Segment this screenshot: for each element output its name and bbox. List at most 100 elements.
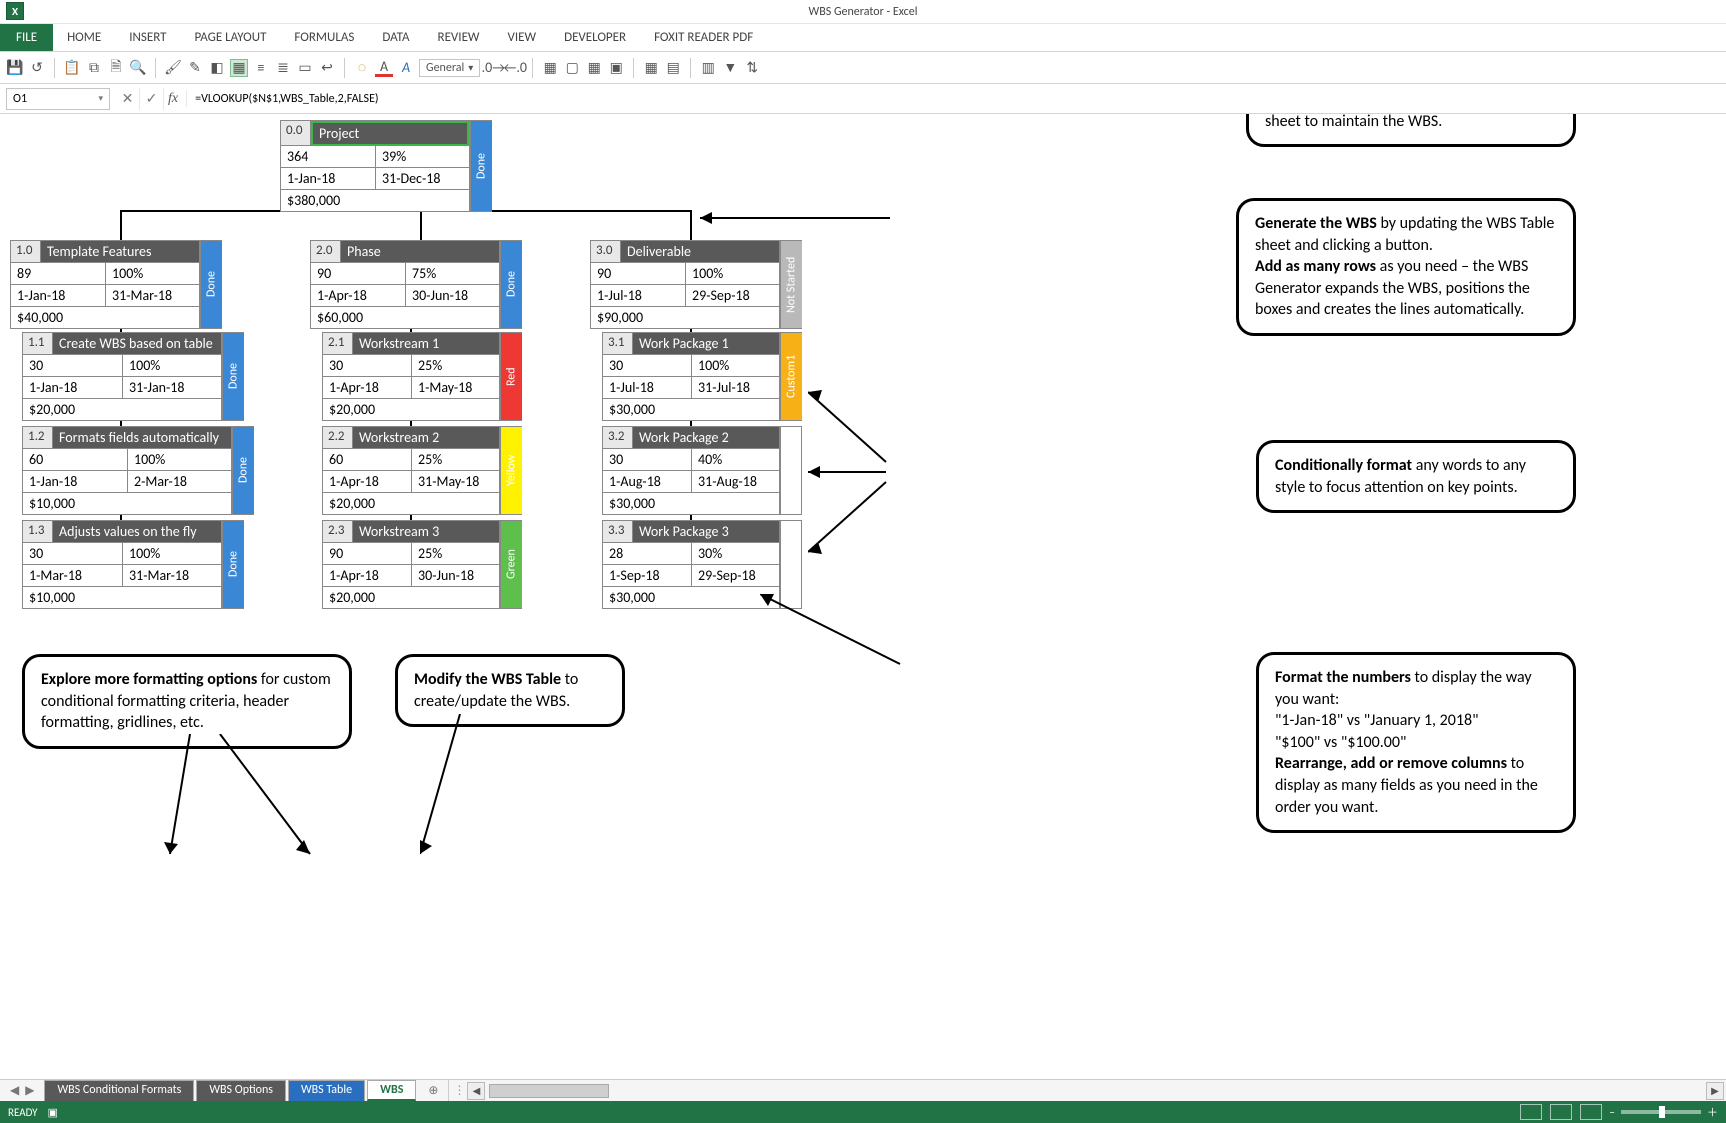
align-left-icon[interactable]: ≡ [252, 59, 270, 77]
wbs-node-2-3[interactable]: 2.3Workstream 3 9025% 1-Apr-1830-Jun-18 … [322, 520, 522, 609]
wbs-node-1[interactable]: 1.0Template Features 89100% 1-Jan-1831-M… [10, 240, 222, 329]
view-normal-icon[interactable] [1520, 1104, 1542, 1120]
border-outer-icon[interactable]: ▢ [563, 59, 581, 77]
zoom-slider[interactable]: − ＋ [1610, 1104, 1718, 1120]
filter-icon[interactable]: ▼ [721, 59, 739, 77]
wbs-id: 3.1 [603, 333, 633, 355]
excel-icon: X [6, 2, 24, 20]
cancel-formula-icon[interactable]: ✕ [116, 88, 140, 110]
macro-record-icon[interactable]: ▣ [48, 1106, 58, 1119]
add-sheet-button[interactable]: ⊕ [418, 1080, 448, 1101]
view-pagelayout-icon[interactable] [1550, 1104, 1572, 1120]
worksheet-canvas[interactable]: 0.0Project 36439% 1-Jan-1831-Dec-18 $380… [0, 114, 1726, 1079]
zoom-track[interactable] [1621, 1110, 1701, 1114]
new-sheet-icon[interactable]: 🗎 [107, 59, 125, 77]
file-tab[interactable]: FILE [0, 24, 53, 51]
sheet-nav[interactable]: ◀▶ [0, 1080, 44, 1101]
tab-developer[interactable]: DEVELOPER [550, 24, 640, 51]
wbs-cost: $20,000 [323, 399, 499, 420]
wbs-cost: $90,000 [591, 307, 779, 328]
border-all-icon[interactable]: ▦ [585, 59, 603, 77]
copy-icon[interactable]: ⧉ [85, 59, 103, 77]
ribbon-tabs: FILE HOME INSERT PAGE LAYOUT FORMULAS DA… [0, 24, 1726, 52]
undo-icon[interactable]: ↺ [28, 59, 46, 77]
name-box[interactable]: O1 [6, 88, 110, 110]
wbs-node-root[interactable]: 0.0Project 36439% 1-Jan-1831-Dec-18 $380… [280, 120, 492, 212]
wbs-date1: 1-Apr-18 [311, 285, 406, 307]
scroll-thumb[interactable] [489, 1084, 609, 1098]
wbs-val2: 25% [412, 543, 499, 565]
eraser-icon[interactable]: ◧ [208, 59, 226, 77]
wbs-status: Done [222, 332, 244, 421]
tab-home[interactable]: HOME [53, 24, 115, 51]
fill-color-icon[interactable]: ▦ [230, 59, 248, 77]
increase-decimal-icon[interactable]: .0→ [484, 59, 502, 77]
wbs-node-1-1[interactable]: 1.1Create WBS based on table 30100% 1-Ja… [22, 332, 244, 421]
wbs-node-1-2[interactable]: 1.2Formats fields automatically 60100% 1… [22, 426, 254, 515]
tab-page-layout[interactable]: PAGE LAYOUT [181, 24, 281, 51]
paste-icon[interactable]: 📋 [63, 59, 81, 77]
decrease-decimal-icon[interactable]: ←.0 [506, 59, 524, 77]
view-pagebreak-icon[interactable] [1580, 1104, 1602, 1120]
wbs-node-2-2[interactable]: 2.2Workstream 2 6025% 1-Apr-1831-May-18 … [322, 426, 522, 515]
align-center-icon[interactable]: ≣ [274, 59, 292, 77]
scroll-split-icon[interactable]: ⋮ [453, 1083, 465, 1098]
wbs-cost: $30,000 [603, 493, 779, 514]
tab-formulas[interactable]: FORMULAS [280, 24, 368, 51]
nav-prev-icon[interactable]: ▶ [25, 1083, 34, 1098]
merge-icon[interactable]: ▭ [296, 59, 314, 77]
callout-formulas: Formulas allow you to update the WBS Tab… [1246, 114, 1576, 147]
zoom-in-icon[interactable]: ＋ [1707, 1104, 1718, 1120]
sheet-tab-table[interactable]: WBS Table [288, 1080, 365, 1101]
number-format-dropdown[interactable]: General [419, 59, 480, 77]
sheet-tab-conditional[interactable]: WBS Conditional Formats [44, 1080, 194, 1101]
formula-input[interactable] [187, 88, 1726, 110]
insert-table-icon[interactable]: ▦ [642, 59, 660, 77]
wbs-date1: 1-Jan-18 [281, 168, 376, 190]
horizontal-scrollbar[interactable]: ⋮ ◀ ▶ [448, 1080, 1726, 1101]
wbs-node-3-2[interactable]: 3.2Work Package 2 3040% 1-Aug-1831-Aug-1… [602, 426, 802, 515]
sort-icon[interactable]: ⇅ [743, 59, 761, 77]
wbs-val2: 40% [692, 449, 779, 471]
zoom-thumb[interactable] [1659, 1106, 1665, 1118]
wbs-node-2[interactable]: 2.0Phase 9075% 1-Apr-1830-Jun-18 $60,000… [310, 240, 522, 329]
wbs-node-2-1[interactable]: 2.1Workstream 1 3025% 1-Apr-181-May-18 $… [322, 332, 522, 421]
sheet-tab-wbs[interactable]: WBS [367, 1080, 416, 1101]
format-painter-icon[interactable]: 🖌 [164, 59, 182, 77]
wbs-val1: 90 [591, 263, 686, 285]
borders-icon[interactable]: ▦ [541, 59, 559, 77]
brush-icon[interactable]: ✎ [186, 59, 204, 77]
separator [633, 58, 634, 78]
zoom-out-icon[interactable]: − [1610, 1106, 1615, 1119]
font-size-icon[interactable]: A [397, 59, 415, 77]
pivot-icon[interactable]: ▤ [664, 59, 682, 77]
tab-data[interactable]: DATA [368, 24, 423, 51]
scroll-left-icon[interactable]: ◀ [467, 1082, 485, 1100]
border-thick-icon[interactable]: ▣ [607, 59, 625, 77]
nav-first-icon[interactable]: ◀ [10, 1083, 19, 1098]
wbs-date2: 31-Dec-18 [376, 168, 469, 190]
wbs-date1: 1-Jan-18 [11, 285, 106, 307]
freeze-panes-icon[interactable]: ▥ [699, 59, 717, 77]
wbs-node-3-1[interactable]: 3.1Work Package 1 30100% 1-Jul-1831-Jul-… [602, 332, 802, 421]
fx-icon[interactable]: fx [164, 91, 187, 107]
enter-formula-icon[interactable]: ✓ [140, 88, 164, 110]
wrap-text-icon[interactable]: ↩ [318, 59, 336, 77]
connector [420, 210, 422, 240]
wbs-node-3[interactable]: 3.0Deliverable 90100% 1-Jul-1829-Sep-18 … [590, 240, 802, 329]
wbs-status: Done [470, 120, 492, 212]
wbs-id: 3.3 [603, 521, 633, 543]
save-icon[interactable]: 💾 [6, 59, 24, 77]
tab-review[interactable]: REVIEW [424, 24, 494, 51]
scroll-right-icon[interactable]: ▶ [1706, 1082, 1724, 1100]
print-preview-icon[interactable]: 🔍 [129, 59, 147, 77]
tab-insert[interactable]: INSERT [115, 24, 180, 51]
font-color-icon[interactable]: A [375, 59, 393, 77]
wbs-node-1-3[interactable]: 1.3Adjusts values on the fly 30100% 1-Ma… [22, 520, 244, 609]
fill-bucket-icon[interactable]: ◌ [353, 59, 371, 77]
tab-view[interactable]: VIEW [494, 24, 551, 51]
wbs-cost: $30,000 [603, 399, 779, 420]
tab-foxit[interactable]: FOXIT READER PDF [640, 24, 767, 51]
wbs-status: Green [500, 520, 522, 609]
sheet-tab-options[interactable]: WBS Options [196, 1080, 286, 1101]
